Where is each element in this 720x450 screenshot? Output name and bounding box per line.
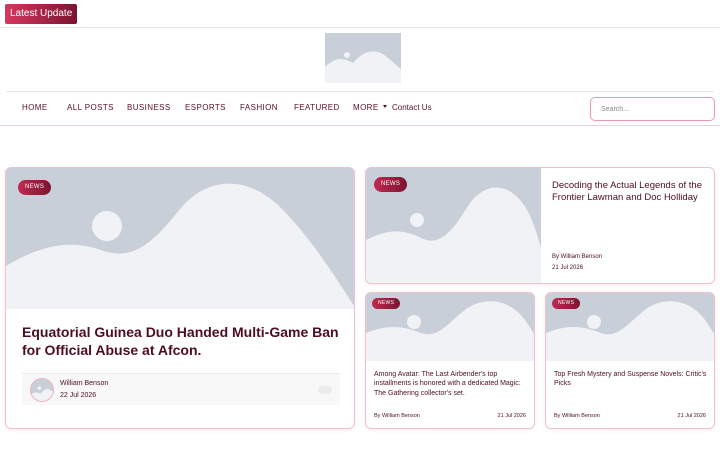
post-byline[interactable]: By William Benson — [374, 413, 420, 419]
author-box: William Benson 22 Jul 2026 — [22, 373, 340, 405]
site-logo[interactable] — [325, 33, 401, 83]
post-title[interactable]: Decoding the Actual Legends of the Front… — [552, 180, 707, 205]
category-badge[interactable]: NEWS — [552, 298, 581, 309]
share-icon[interactable] — [318, 386, 332, 394]
nav-contact-us[interactable]: Contact Us — [392, 92, 432, 124]
nav-more-label: MORE — [353, 103, 379, 112]
post-card-small-2[interactable]: NEWS Top Fresh Mystery and Suspense Nove… — [545, 292, 715, 429]
category-badge[interactable]: NEWS — [18, 180, 52, 195]
post-date: 21 Jul 2026 — [677, 413, 706, 419]
featured-post-card[interactable]: NEWS Equatorial Guinea Duo Handed Multi-… — [5, 167, 355, 429]
post-card-small-1[interactable]: NEWS Among Avatar: The Last Airbender's … — [365, 292, 535, 429]
caret-down-icon — [382, 105, 387, 109]
post-byline[interactable]: By William Benson — [554, 413, 600, 419]
featured-post-image[interactable] — [6, 168, 354, 309]
featured-post-title[interactable]: Equatorial Guinea Duo Handed Multi-Game … — [22, 323, 342, 359]
nav-more[interactable]: MORE — [353, 92, 387, 124]
category-badge[interactable]: NEWS — [372, 298, 401, 309]
search-input[interactable] — [590, 97, 715, 121]
post-date: 21 Jul 2026 — [552, 265, 584, 271]
post-card-top-right[interactable]: NEWS Decoding the Actual Legends of the … — [365, 167, 715, 284]
nav-featured[interactable]: FEATURED — [294, 92, 340, 124]
category-badge[interactable]: NEWS — [374, 177, 408, 192]
avatar[interactable] — [30, 378, 54, 402]
nav-business[interactable]: BUSINESS — [127, 92, 171, 124]
latest-update-badge[interactable]: Latest Update — [5, 4, 78, 24]
nav-fashion[interactable]: FASHION — [240, 92, 278, 124]
nav-all-posts[interactable]: ALL POSTS — [67, 92, 114, 124]
image-placeholder-icon — [325, 33, 401, 83]
nav-esports[interactable]: ESPORTS — [185, 92, 226, 124]
post-title[interactable]: Top Fresh Mystery and Suspense Novels: C… — [554, 370, 709, 389]
top-strip: Latest Update — [0, 0, 720, 28]
author-name[interactable]: William Benson — [60, 380, 108, 387]
image-placeholder-icon — [31, 379, 53, 401]
post-date: 21 Jul 2026 — [497, 413, 526, 419]
post-byline[interactable]: By William Benson — [552, 254, 602, 260]
post-title[interactable]: Among Avatar: The Last Airbender's top i… — [374, 370, 529, 398]
post-date: 22 Jul 2026 — [60, 392, 97, 399]
image-placeholder-icon — [6, 168, 354, 309]
nav-home[interactable]: HOME — [22, 92, 48, 124]
